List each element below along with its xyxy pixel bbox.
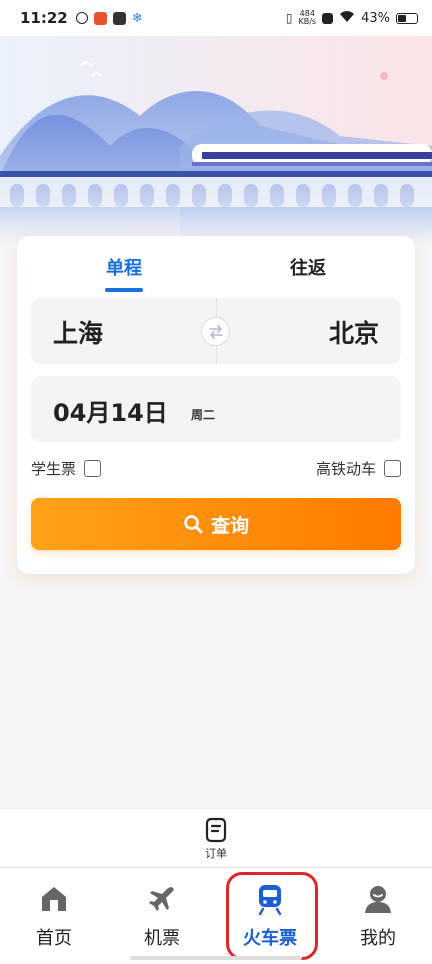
departure-weekday: 周二	[191, 408, 216, 422]
tab-train[interactable]: 火车票	[216, 868, 324, 958]
app-notification-icon	[75, 12, 88, 24]
arrival-city[interactable]: 北京	[329, 314, 379, 350]
banner-illustration	[0, 36, 432, 246]
profile-icon	[365, 886, 391, 913]
trip-type-tabs: 单程 往返	[17, 254, 415, 294]
train-icon	[258, 885, 282, 915]
search-button[interactable]: 查询	[31, 498, 401, 550]
student-ticket-checkbox[interactable]	[84, 460, 102, 477]
ticket-options: 学生票 高铁动车	[31, 458, 401, 480]
airplane-icon	[149, 887, 174, 911]
tab-train-label: 火车票	[243, 928, 297, 949]
booking-card: 单程 往返 上海 北京 04月14日 周二 学生票 高铁动车 查询	[17, 236, 415, 574]
swap-cities-button[interactable]	[201, 317, 230, 346]
search-icon	[184, 515, 203, 534]
hsr-option[interactable]: 高铁动车	[316, 458, 401, 479]
search-button-label: 查询	[210, 514, 249, 537]
tab-one-way[interactable]: 单程	[64, 254, 184, 280]
close-box-icon	[322, 12, 334, 24]
orders-icon	[205, 817, 227, 843]
settings-notification-icon: ❄	[131, 10, 143, 26]
route-selector: 上海 北京	[31, 298, 401, 364]
hsr-label: 高铁动车	[315, 460, 376, 478]
home-indicator	[130, 956, 302, 960]
wifi-icon	[339, 10, 355, 27]
mail-notification-icon	[112, 11, 126, 25]
tab-flight-label: 机票	[144, 928, 180, 949]
active-tab-indicator	[105, 288, 143, 292]
tab-profile[interactable]: 我的	[324, 868, 432, 958]
tab-home[interactable]: 首页	[0, 868, 108, 958]
orders-bar: 订单	[0, 808, 432, 866]
orders-button[interactable]: 订单	[186, 817, 246, 865]
orders-label: 订单	[205, 847, 227, 860]
tab-round-trip[interactable]: 往返	[248, 254, 368, 280]
vibrate-icon: ▯	[285, 11, 293, 25]
date-selector[interactable]: 04月14日 周二	[31, 376, 401, 442]
tab-profile-label: 我的	[360, 928, 396, 949]
app-notification-icon	[93, 11, 107, 25]
bottom-tab-bar: 首页 机票 火车票 我的	[0, 867, 432, 964]
departure-city[interactable]: 上海	[53, 314, 103, 350]
network-speed: 484 KB/s	[298, 9, 317, 26]
tab-flight[interactable]: 机票	[108, 868, 216, 958]
status-bar: 11:22 ❄ ▯ 484 KB/s 43%	[0, 0, 432, 36]
student-ticket-option[interactable]: 学生票	[31, 458, 102, 479]
status-time: 11:22	[20, 9, 68, 27]
hsr-checkbox[interactable]	[384, 460, 401, 477]
battery-percent: 43%	[361, 10, 390, 26]
battery-icon	[396, 12, 418, 24]
tab-home-label: 首页	[36, 928, 72, 949]
student-ticket-label: 学生票	[31, 460, 77, 478]
departure-date: 04月14日	[53, 399, 168, 427]
swap-icon	[208, 324, 223, 339]
home-icon	[42, 887, 66, 911]
